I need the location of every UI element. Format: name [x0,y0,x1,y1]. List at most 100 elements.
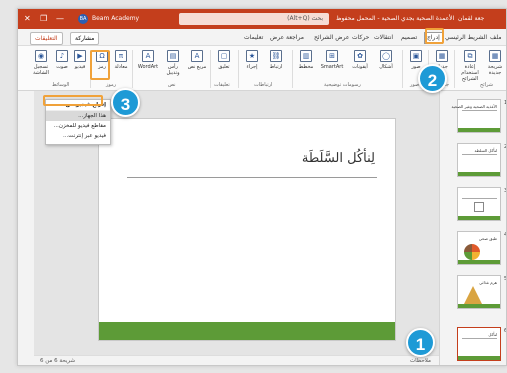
title-underline [127,177,377,178]
action-button[interactable]: ★ إجراء [242,50,262,70]
slide-thumbnails-pane: 1 الأغذية الصحية وغير الصحية 2 لنأكل الس… [439,91,506,365]
wordart-icon: A [142,50,154,62]
account-name[interactable]: Beam Academy [92,13,139,25]
minimize-icon[interactable]: — [56,12,64,25]
separator [454,50,455,88]
reuse-slides-button[interactable]: ⧉ إعادة استخدام الشرائح [458,50,482,82]
screen-recording-button[interactable]: ◉ تسجيل الشاشة [30,50,52,76]
screen-recording-icon: ◉ [35,50,47,62]
video-button-highlight [90,50,110,80]
thumbnail-bar [458,260,500,264]
comment-icon: ▢ [218,50,230,62]
slide-thumbnail[interactable]: 2 لنأكل السلطة [457,143,506,177]
tab-design[interactable]: تصميم [401,33,417,43]
tab-file[interactable]: ملف [490,33,501,43]
tab-animations[interactable]: حركات [352,33,369,43]
new-slide-icon: ▦ [489,50,501,62]
thumbnail-bar [458,356,500,360]
shapes-icon: ◯ [380,50,392,62]
comment-label: تعليق [218,64,230,70]
header-footer-button[interactable]: ▤ رأس وتذييل [162,50,184,76]
group-links: ارتباطات [254,82,273,88]
this-device-highlight [43,95,103,106]
icons-icon: ✿ [354,50,366,62]
comments-button[interactable]: التعليقات [30,32,63,45]
equation-label: معادلة [114,64,128,70]
slide-info: شريحة 6 من 6 [40,358,76,364]
tab-view[interactable]: عرض [270,33,284,43]
reuse-slides-label: إعادة استخدام الشرائح [461,64,479,82]
menu-item-stock-videos[interactable]: مقاطع فيديو للمخزن... [46,121,110,131]
status-bar: شريحة 6 من 6 ملاحظات [34,355,439,365]
group-symbols: رموز [106,82,117,88]
slide-thumbnail[interactable]: 4 طبق صحي [457,231,506,265]
textbox-icon: A [191,50,203,62]
tab-review[interactable]: مراجعة [286,33,304,43]
tab-home[interactable]: الشريط الرئيسي [445,33,487,43]
thumbnail-bar [458,216,500,220]
pictures-icon: ▣ [410,50,422,62]
user-name[interactable]: جعة لقمان [458,13,484,25]
wordart-label: WordArt [137,64,159,70]
tab-slideshow[interactable]: عرض الشرائح [314,33,349,43]
audio-label: صوت [56,64,68,70]
step-1-badge: 1 [406,328,435,357]
shapes-label: أشكال [379,64,393,70]
thumbnail-bar [458,304,500,308]
separator [210,50,211,88]
icons-button[interactable]: ✿ أيقونات [348,50,372,70]
group-comments: تعليقات [214,82,230,88]
comment-button[interactable]: ▢ تعليق [214,50,234,70]
shapes-button[interactable]: ◯ أشكال [374,50,398,70]
chart-icon: ▥ [300,50,312,62]
search-input[interactable]: بحث (Alt+Q) [179,13,329,25]
close-icon[interactable]: ✕ [24,12,31,25]
thumbnail-bar [458,172,500,176]
share-button[interactable]: مشاركة [70,32,100,45]
slide-canvas[interactable]: لِنأكُل السَّلَطَة [98,118,396,341]
icons-label: أيقونات [352,64,368,70]
link-button[interactable]: ⛓ ارتباط [264,50,288,70]
table-icon: ▦ [436,50,448,62]
slide-thumbnail-selected[interactable]: 6 لنأكل [457,327,506,361]
link-icon: ⛓ [270,50,282,62]
thumbnail-title: الأغذية الصحية وغير الصحية [451,104,497,109]
pictures-label: صور [411,64,421,70]
slide-thumbnail[interactable]: 5 هرم غذائي [457,275,506,309]
wordart-button[interactable]: A WordArt [136,50,160,70]
group-media: الوسائط [52,82,70,88]
equation-button[interactable]: π معادلة [112,50,130,70]
slide-thumbnail[interactable]: 3 [457,187,506,221]
thumbnail-line [462,338,497,339]
restore-icon[interactable]: ❐ [40,12,47,25]
separator [292,50,293,88]
audio-icon: ♪ [56,50,68,62]
thumbnail-line [462,110,497,111]
tab-transitions[interactable]: انتقالات [374,33,393,43]
new-slide-button[interactable]: ▦ شريحة جديدة [484,50,506,76]
action-label: إجراء [246,64,258,70]
slide-footer-bar [99,322,395,340]
chart-button[interactable]: ▥ مخطط [296,50,316,70]
tab-help[interactable]: تعليمات [244,33,263,43]
screen-recording-label: تسجيل الشاشة [33,64,49,76]
pyramid-icon [464,286,482,304]
smartart-button[interactable]: ⊞ SmartArt [318,50,346,70]
thumbnail-line [462,154,497,155]
thumbnail-title: هرم غذائي [479,280,497,285]
thumbnail-line [462,198,497,199]
action-icon: ★ [246,50,258,62]
textbox-label: مربع نص [187,64,207,70]
document-title: الأعمدة الصحية بجدي الصحية - المحمل محفو… [336,15,455,22]
menu-item-online-video[interactable]: فيديو عبر إنترنت... [46,131,110,141]
video-button[interactable]: ▶ فيديو [72,50,88,70]
slide-thumbnail[interactable]: 1 الأغذية الصحية وغير الصحية [451,99,506,133]
audio-button[interactable]: ♪ صوت [54,50,70,70]
separator [238,50,239,88]
account-avatar[interactable]: BA [78,14,88,24]
slide-title[interactable]: لِنأكُل السَّلَطَة [302,151,375,166]
image-placeholder-icon [474,202,484,212]
textbox-button[interactable]: A مربع نص [186,50,208,70]
menu-item-this-device[interactable]: هذا الجهاز... [46,111,110,121]
notes-button[interactable]: ملاحظات [410,358,431,364]
